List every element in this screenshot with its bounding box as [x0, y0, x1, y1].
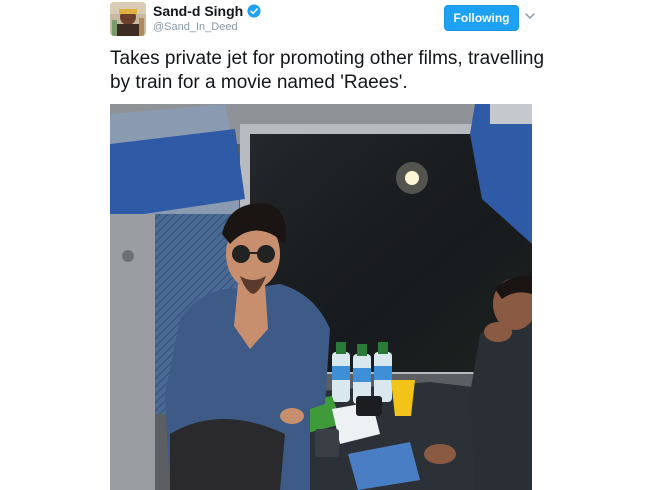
tweet-card: Sand-d Singh @Sand_In_Deed Following Tak… — [0, 0, 655, 490]
verified-badge-icon — [247, 4, 261, 18]
avatar[interactable] — [110, 2, 146, 36]
tweet-text: Takes private jet for promoting other fi… — [110, 48, 545, 93]
following-button[interactable]: Following — [444, 5, 519, 31]
author-handle[interactable]: @Sand_In_Deed — [153, 21, 238, 33]
author-display-name[interactable]: Sand-d Singh — [153, 3, 243, 19]
chevron-down-icon[interactable] — [524, 10, 536, 22]
tweet-photo[interactable] — [110, 104, 532, 490]
author-name[interactable]: Sand-d Singh — [153, 3, 261, 19]
